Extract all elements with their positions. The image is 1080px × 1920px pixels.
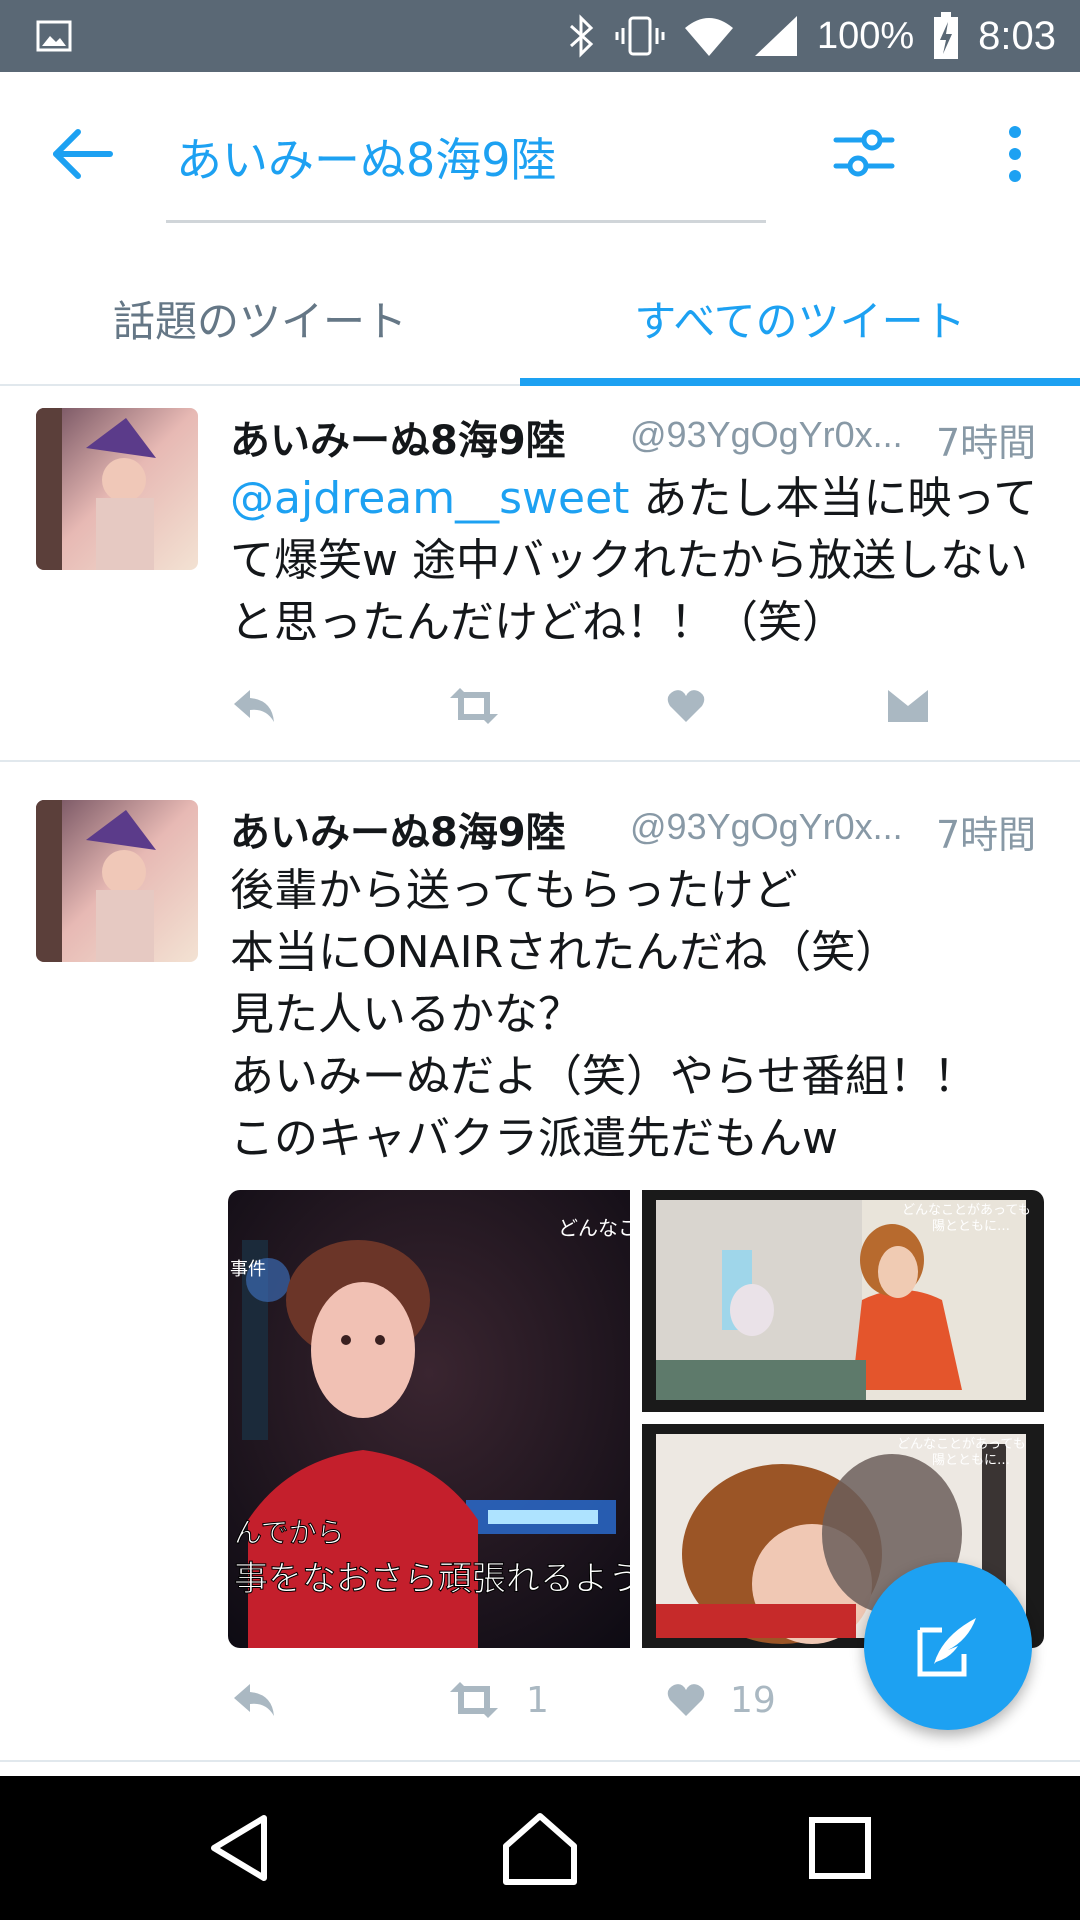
nav-back-icon[interactable] (202, 1808, 282, 1888)
tweet-author-handle: @93YgOgYr0x... (630, 806, 903, 847)
divider (0, 1760, 1080, 1762)
reply-button[interactable] (230, 676, 278, 736)
retweet-count: 1 (526, 1679, 549, 1721)
avatar[interactable] (36, 800, 198, 962)
direct-message-button[interactable] (886, 676, 930, 736)
retweet-button[interactable]: 1 (446, 1670, 549, 1730)
battery-percent: 100% (816, 14, 915, 57)
media-caption: どんなこ (558, 1216, 630, 1240)
vibrate-icon (615, 16, 665, 56)
media-caption: んでから (234, 1516, 345, 1549)
compose-tweet-button[interactable] (864, 1562, 1032, 1730)
more-options-icon[interactable] (990, 122, 1040, 186)
tweet-text: @ajdream__sweet あたし本当に映ってて爆笑w 途中バックれたから放… (230, 468, 1050, 654)
tweet-line: 本当にONAIRされたんだね（笑） (230, 927, 900, 978)
reply-icon (234, 690, 274, 722)
tab-all-tweets[interactable]: すべてのツイート (520, 250, 1080, 386)
tweet-author-name[interactable]: あいみーぬ8海9陸 (230, 800, 566, 858)
tab-indicator (520, 378, 1080, 386)
bluetooth-icon (569, 14, 594, 58)
clock: 8:03 (978, 13, 1056, 58)
media-caption: 陽とともに… (932, 1453, 1010, 1468)
tweet-text: 後輩から送ってもらったけど 本当にONAIRされたんだね（笑） 見た人いるかな？… (230, 860, 1050, 1170)
tweet-timestamp: 7時間 (936, 421, 1037, 465)
media-caption: どんなことがあっても (902, 1203, 1031, 1218)
heart-icon (667, 690, 705, 722)
like-button[interactable] (666, 676, 706, 736)
tweet-line: 見た人いるかな？ (230, 989, 582, 1040)
media-photo-main[interactable]: どんなこ 事件 んでから 事をなおさら頑張れるように (228, 1190, 630, 1648)
media-caption: 陽とともに… (932, 1219, 1010, 1234)
retweet-button[interactable] (446, 676, 502, 736)
heart-icon (667, 1684, 705, 1716)
tab-bar: 話題のツイート すべてのツイート (0, 250, 1080, 386)
media-photo-top-right[interactable]: どんなことがあっても 陽とともに… (642, 1190, 1044, 1412)
search-header: あいみーぬ8海9陸 (0, 72, 1080, 250)
retweet-icon (450, 1682, 498, 1718)
envelope-icon (888, 690, 928, 722)
like-button[interactable]: 19 (666, 1670, 776, 1730)
tweet-author-handle: @93YgOgYr0x... (630, 414, 903, 455)
media-caption: 事件 (230, 1259, 266, 1280)
system-navigation-bar (0, 1776, 1080, 1920)
tweet-timestamp: 7時間 (936, 813, 1037, 857)
media-caption: どんなことがあっても (897, 1437, 1026, 1452)
filter-icon[interactable] (832, 122, 896, 186)
tweet-actions (230, 676, 1050, 736)
status-bar: 100% 8:03 (0, 0, 1080, 72)
signal-icon (754, 16, 797, 56)
media-caption: 事をなおさら頑張れるように (234, 1559, 630, 1599)
tweet-item[interactable]: あいみーぬ8海9陸 @93YgOgYr0x... 7時間 @ajdream__s… (0, 388, 1080, 760)
tweet-author-name[interactable]: あいみーぬ8海9陸 (230, 408, 566, 466)
gallery-notification-icon (36, 20, 72, 52)
avatar[interactable] (36, 408, 198, 570)
search-query[interactable]: あいみーぬ8海9陸 (176, 124, 557, 190)
compose-quill-icon (917, 1618, 976, 1677)
reply-icon (234, 1684, 274, 1716)
wifi-icon (684, 18, 733, 56)
battery-charging-icon (934, 12, 959, 59)
reply-button[interactable] (230, 1670, 278, 1730)
tweet-line: 後輩から送ってもらったけど (230, 865, 798, 916)
retweet-icon (450, 688, 498, 724)
nav-recents-icon[interactable] (800, 1808, 880, 1888)
mention-link[interactable]: @ajdream__sweet (230, 473, 629, 524)
tab-top-tweets[interactable]: 話題のツイート (0, 250, 520, 386)
search-underline (166, 220, 766, 223)
nav-home-icon[interactable] (500, 1808, 580, 1888)
back-arrow-icon[interactable] (48, 124, 118, 184)
like-count: 19 (730, 1679, 776, 1721)
tweet-line: このキャバクラ派遣先だもんw (230, 1113, 838, 1164)
tweet-line: あいみーぬだよ（笑）やらせ番組！！ (230, 1051, 978, 1102)
